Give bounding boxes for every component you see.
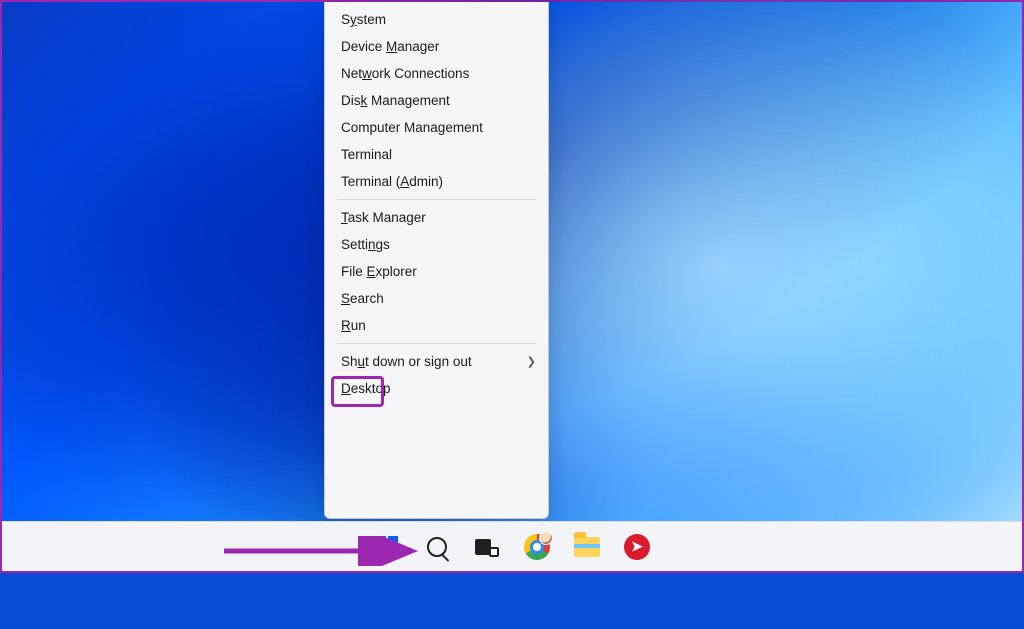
menu-label: Settings	[341, 237, 390, 252]
menu-separator	[337, 343, 536, 344]
menu-item-task-manager[interactable]: Task Manager	[325, 204, 548, 231]
search-icon	[427, 537, 447, 557]
menu-label: File Explorer	[341, 264, 417, 279]
menu-item-terminal[interactable]: Terminal	[325, 141, 548, 168]
file-explorer-button[interactable]	[568, 528, 606, 566]
menu-item-computer-management[interactable]: Computer Management	[325, 114, 548, 141]
chrome-icon	[524, 534, 550, 560]
chevron-right-icon: ❯	[527, 355, 536, 368]
red-app-button[interactable]: ➤	[618, 528, 656, 566]
menu-item-settings[interactable]: Settings	[325, 231, 548, 258]
task-view-icon	[475, 537, 499, 557]
file-explorer-icon	[574, 537, 600, 557]
menu-item-terminal-admin[interactable]: Terminal (Admin)	[325, 168, 548, 195]
taskbar: ➤	[2, 521, 1022, 571]
search-button[interactable]	[418, 528, 456, 566]
menu-label: Computer Management	[341, 120, 483, 135]
menu-separator	[337, 199, 536, 200]
menu-label: Network Connections	[341, 66, 469, 81]
menu-item-run[interactable]: Run	[325, 312, 548, 339]
menu-label: Terminal (Admin)	[341, 174, 443, 189]
menu-label: Disk Management	[341, 93, 450, 108]
menu-label: Desktop	[341, 381, 391, 396]
menu-item-shutdown[interactable]: Shut down or sign out ❯	[325, 348, 548, 375]
menu-item-disk-management[interactable]: Disk Management	[325, 87, 548, 114]
menu-label: System	[341, 12, 386, 27]
menu-item-device-manager[interactable]: Device Manager	[325, 33, 548, 60]
menu-item-system[interactable]: System	[325, 6, 548, 33]
winx-context-menu: System Device Manager Network Connection…	[324, 2, 549, 519]
menu-item-search[interactable]: Search	[325, 285, 548, 312]
start-icon	[375, 535, 399, 559]
menu-label: Terminal	[341, 147, 392, 162]
menu-label: Device Manager	[341, 39, 439, 54]
red-app-icon: ➤	[624, 534, 650, 560]
task-view-button[interactable]	[468, 528, 506, 566]
menu-label: Search	[341, 291, 384, 306]
menu-label: Shut down or sign out	[341, 354, 472, 369]
menu-label: Run	[341, 318, 366, 333]
menu-item-desktop[interactable]: Desktop	[325, 375, 548, 402]
menu-label: Task Manager	[341, 210, 426, 225]
chrome-button[interactable]	[518, 528, 556, 566]
menu-item-file-explorer[interactable]: File Explorer	[325, 258, 548, 285]
start-button[interactable]	[368, 528, 406, 566]
menu-item-network-connections[interactable]: Network Connections	[325, 60, 548, 87]
